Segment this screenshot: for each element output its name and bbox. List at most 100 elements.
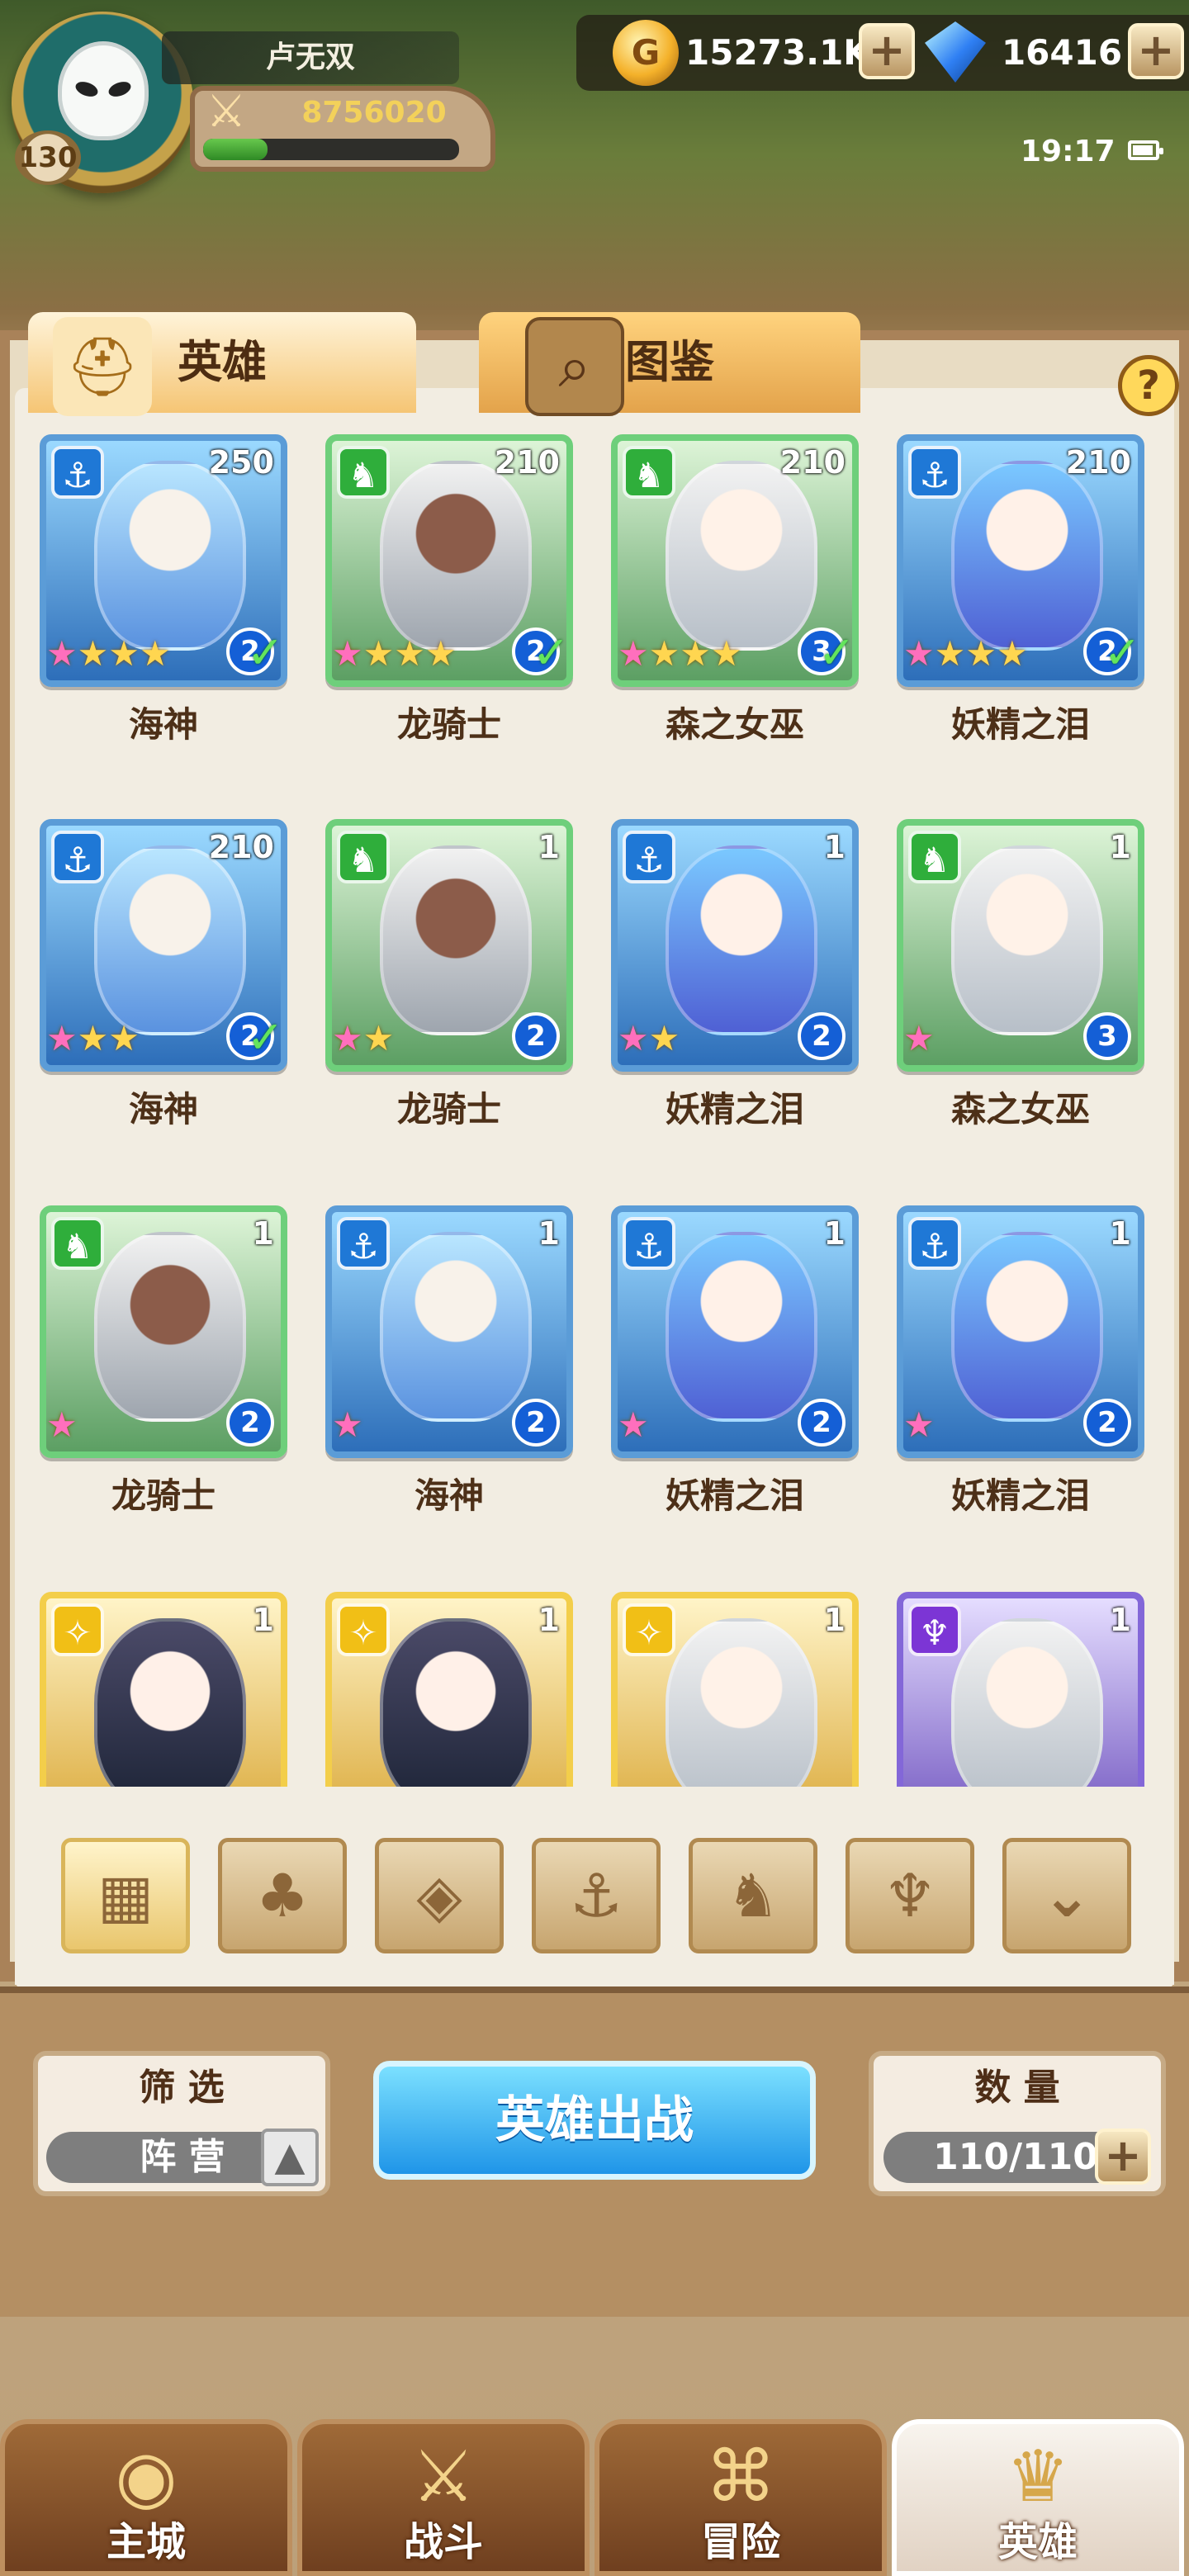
- hero-name: 龙骑士: [396, 1089, 501, 1129]
- nav-label: 英雄: [997, 2519, 1078, 2565]
- player-level-badge: 130: [15, 130, 81, 185]
- hero-card[interactable]: ♞ 1 ★ 3: [897, 819, 1144, 1072]
- hero-portrait: [666, 1618, 817, 1787]
- hero-portrait: [951, 1618, 1103, 1787]
- hero-stars: ★★★★: [46, 633, 171, 674]
- hero-level: 1: [252, 1602, 274, 1638]
- hero-stars: ★★: [618, 1018, 680, 1058]
- nav-label: 主城: [106, 2519, 186, 2565]
- hero-stars: ★★★★: [618, 633, 742, 674]
- hero-portrait: [951, 1232, 1103, 1422]
- beast-icon[interactable]: ♞: [689, 1838, 817, 1953]
- hero-level: 1: [823, 829, 846, 865]
- hero-card[interactable]: ⚓ 210 ★★★★ 2 ✓: [897, 434, 1144, 687]
- grid-icon[interactable]: ▦: [61, 1838, 190, 1953]
- hero-level: 210: [1065, 444, 1131, 481]
- hero-level: 250: [208, 444, 274, 481]
- hero-card[interactable]: ⚓ 1 ★ 2: [897, 1205, 1144, 1458]
- dark-faction-icon: ♆: [908, 1603, 961, 1656]
- diamond-icon[interactable]: ◈: [375, 1838, 504, 1953]
- crossed-swords-icon: ⚔: [206, 85, 247, 137]
- hero-card[interactable]: ♞ 1 ★ 2: [40, 1205, 287, 1458]
- beast-faction-icon: ♞: [908, 831, 961, 883]
- nav-label: 冒险: [700, 2519, 780, 2565]
- beast-faction-icon: ♞: [337, 831, 390, 883]
- hero-stars: ★★★★: [903, 633, 1028, 674]
- deploy-heroes-button[interactable]: 英雄出战: [373, 2061, 816, 2180]
- hero-card[interactable]: ⚓ 210 ★★★ 2 ✓: [40, 819, 287, 1072]
- gold-coin-icon: G: [613, 20, 679, 86]
- add-gems-button[interactable]: +: [1128, 23, 1184, 79]
- selected-check-icon: ✓: [532, 627, 570, 679]
- nav-label: 战斗: [403, 2519, 483, 2565]
- gold-value: 15273.1K: [685, 32, 870, 73]
- hero-rank: 2: [512, 1399, 560, 1447]
- hero-level: 210: [208, 829, 274, 865]
- hero-level: 1: [538, 1215, 560, 1252]
- hero-stars: ★★★: [46, 1018, 140, 1058]
- anchor-faction-icon: ⚓: [908, 1217, 961, 1270]
- hero-card[interactable]: ♆ 1: [897, 1592, 1144, 1787]
- hero-portrait: [951, 845, 1103, 1035]
- help-icon[interactable]: ?: [1118, 355, 1179, 416]
- hero-portrait: [666, 461, 817, 651]
- add-capacity-button[interactable]: +: [1095, 2129, 1151, 2185]
- hero-name: 海神: [128, 704, 198, 745]
- hero-stars: ★: [903, 1404, 935, 1445]
- hero-grid[interactable]: ⚓ 250 ★★★★ 2 ✓ 海神 ♞ 210 ★★★★ 2 ✓ 龙骑士 ♞ 210 ★★★★ 3 ✓ 森之女巫 ⚓…: [40, 428, 1159, 1787]
- hero-name: 妖精之泪: [950, 1475, 1090, 1516]
- hero-card[interactable]: ♞ 210 ★★★★ 2 ✓: [325, 434, 573, 687]
- chevron-up-icon[interactable]: ▲: [261, 2129, 319, 2186]
- hero-card[interactable]: ♞ 1 ★★ 2: [325, 819, 573, 1072]
- leaf-icon[interactable]: ♣: [218, 1838, 347, 1953]
- hero-card[interactable]: ⚓ 1 ★★ 2: [611, 819, 859, 1072]
- hero-card[interactable]: ♞ 210 ★★★★ 3 ✓: [611, 434, 859, 687]
- hero-card[interactable]: ⚓ 250 ★★★★ 2 ✓: [40, 434, 287, 687]
- wing-icon[interactable]: ⌄: [1002, 1838, 1131, 1953]
- add-gold-button[interactable]: +: [859, 23, 915, 79]
- hero-portrait: [380, 845, 532, 1035]
- hero-card[interactable]: ✧ 1: [40, 1592, 287, 1787]
- gem-value: 16416: [1001, 32, 1123, 73]
- hero-portrait: [94, 461, 246, 651]
- hero-card[interactable]: ⚓ 1 ★ 2: [611, 1205, 859, 1458]
- hero-level: 1: [1109, 829, 1131, 865]
- anchor-icon[interactable]: ⚓: [532, 1838, 661, 1953]
- hero-stars: ★: [46, 1404, 78, 1445]
- hero-portrait: [380, 1618, 532, 1787]
- hero-stars: ★: [332, 1404, 363, 1445]
- anchor-faction-icon: ⚓: [908, 446, 961, 499]
- hero-name: 妖精之泪: [665, 1475, 804, 1516]
- hero-level: 1: [252, 1215, 274, 1252]
- experience-bar: [203, 139, 459, 160]
- anchor-faction-icon: ⚓: [51, 446, 104, 499]
- anchor-faction-icon: ⚓: [337, 1217, 390, 1270]
- hero-level: 1: [538, 829, 560, 865]
- hero-portrait: [666, 1232, 817, 1422]
- light-faction-icon: ✧: [337, 1603, 390, 1656]
- hero-name: 龙骑士: [111, 1475, 216, 1516]
- light-faction-icon: ✧: [51, 1603, 104, 1656]
- hero-rank: 2: [1083, 1399, 1131, 1447]
- power-value: 8756020: [301, 96, 447, 130]
- hero-card[interactable]: ✧ 1: [611, 1592, 859, 1787]
- hero-count-title: 数 量: [974, 2067, 1060, 2109]
- anchor-faction-icon: ⚓: [51, 831, 104, 883]
- hero-rank: 2: [798, 1399, 846, 1447]
- selected-check-icon: ✓: [246, 627, 284, 679]
- hero-name: 森之女巫: [950, 1089, 1090, 1129]
- anchor-faction-icon: ⚓: [623, 1217, 675, 1270]
- hero-level: 1: [823, 1215, 846, 1252]
- hero-stars: ★★★★: [332, 633, 457, 674]
- player-profile[interactable]: 130 卢无双 ⚔ 8756020: [0, 0, 512, 206]
- hero-card[interactable]: ✧ 1: [325, 1592, 573, 1787]
- hero-rank: 2: [226, 1399, 274, 1447]
- hero-portrait: [380, 1232, 532, 1422]
- hero-level: 1: [538, 1602, 560, 1638]
- hero-name: 海神: [128, 1089, 198, 1129]
- horned-icon[interactable]: ♆: [846, 1838, 974, 1953]
- hero-portrait: [951, 461, 1103, 651]
- hero-stars: ★: [618, 1404, 649, 1445]
- hero-card[interactable]: ⚓ 1 ★ 2: [325, 1205, 573, 1458]
- hero-name: 龙骑士: [396, 704, 501, 745]
